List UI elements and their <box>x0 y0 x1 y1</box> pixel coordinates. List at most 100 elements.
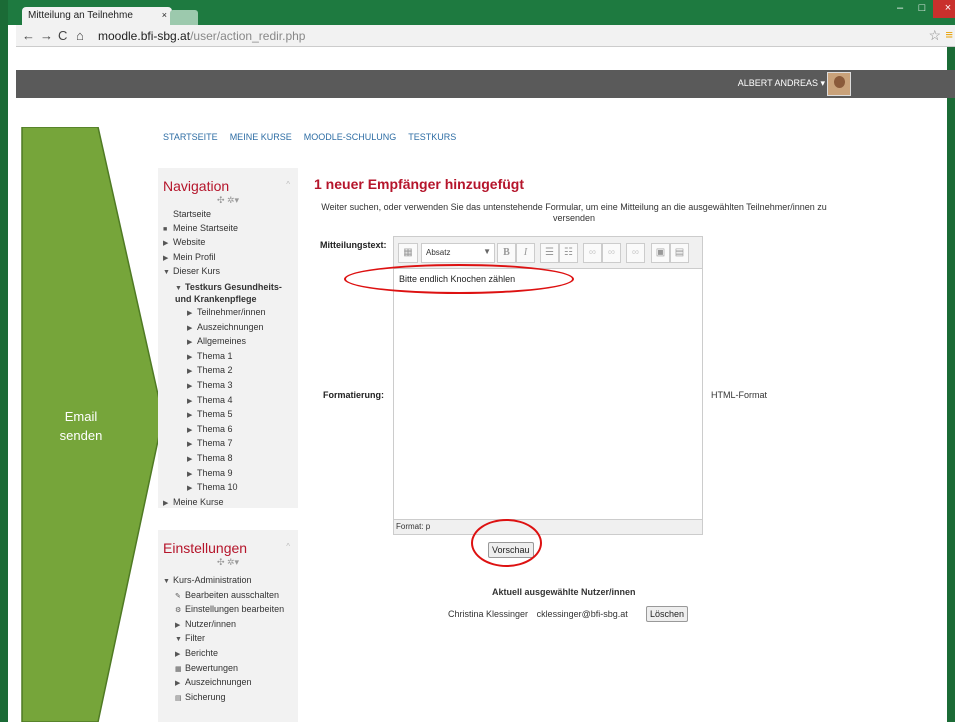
tree-item-label: Thema 8 <box>197 452 233 463</box>
message-editor[interactable]: ▦ Absatz ▼ B I ☰ ☷ ∞ ∞ ∞ ▣ ▤ Bitte endlic… <box>393 236 703 535</box>
browser-window: Mitteilung an Teilnehme × – □ × ← → C ⌂ … <box>0 0 955 722</box>
tree-marker-icon: ▶ <box>187 397 193 405</box>
tree-marker-icon: ▶ <box>187 412 193 420</box>
tree-item-label: Thema 4 <box>197 394 233 405</box>
tree-item[interactable]: ▶ Website <box>158 236 298 251</box>
tree-item[interactable]: ▶ Thema 6 <box>158 423 298 438</box>
nav-link-startseite[interactable]: STARTSEITE <box>163 132 218 142</box>
delete-user-button[interactable]: Löschen <box>646 606 689 622</box>
media-icon[interactable]: ▤ <box>670 243 689 263</box>
tree-item[interactable]: ▶ Meine Kurse <box>158 496 298 511</box>
new-tab-button[interactable] <box>170 10 198 25</box>
editor-content[interactable]: Bitte endlich Knochen zählen <box>394 269 702 289</box>
block-controls-icon[interactable]: ✣ ✲▾ <box>158 557 298 568</box>
tree-item-label: Thema 5 <box>197 409 233 420</box>
chevron-down-icon: ▼ <box>483 247 491 256</box>
tree-item[interactable]: ▶ Thema 3 <box>158 379 298 394</box>
tree-marker-icon: ▼ <box>175 636 182 644</box>
editor-statusbar: Format: p <box>394 519 702 534</box>
close-window-icon[interactable]: × <box>933 0 955 18</box>
minimize-icon[interactable]: – <box>889 0 911 18</box>
tree-item-label: Thema 3 <box>197 379 233 390</box>
bold-icon[interactable]: B <box>497 243 516 263</box>
home-icon[interactable]: ⌂ <box>76 28 84 43</box>
nav-link-moodle-schulung[interactable]: MOODLE-SCHULUNG <box>304 132 397 142</box>
tree-item[interactable]: ▶ Thema 7 <box>158 437 298 452</box>
tree-marker-icon: ▶ <box>187 309 193 317</box>
browser-tab[interactable]: Mitteilung an Teilnehme × <box>22 7 172 26</box>
selected-users-title: Aktuell ausgewählte Nutzer/innen <box>492 587 636 597</box>
italic-icon[interactable]: I <box>516 243 535 263</box>
tree-item[interactable]: ▤ Sicherung <box>158 691 298 706</box>
tree-item[interactable]: ⚙ Einstellungen bearbeiten <box>158 603 298 618</box>
tab-title: Mitteilung an Teilnehme <box>28 10 133 21</box>
tree-item-label: Bearbeiten ausschalten <box>185 589 280 600</box>
tree-marker-icon: ▼ <box>175 284 182 292</box>
tree-item[interactable]: ▶ Thema 4 <box>158 394 298 409</box>
tree-item[interactable]: Startseite <box>158 208 298 222</box>
tree-item[interactable]: ✎ Bearbeiten ausschalten <box>158 589 298 604</box>
tree-item[interactable]: ▶ Thema 10 <box>158 481 298 496</box>
tree-marker-icon: ▶ <box>187 485 193 493</box>
preview-button[interactable]: Vorschau <box>488 542 534 558</box>
tree-item[interactable]: ▼ Kurs-Administration <box>158 574 298 589</box>
tree-item-label: Berichte <box>185 647 219 658</box>
browser-menu-icon[interactable]: ≡ <box>945 27 953 42</box>
bookmark-star-icon[interactable]: ☆ <box>928 27 941 44</box>
tree-item[interactable]: ▶ Allgemeines <box>158 335 298 350</box>
tree-item[interactable]: ▶ Thema 9 <box>158 467 298 482</box>
bullet-list-icon[interactable]: ☰ <box>540 243 559 263</box>
numbered-list-icon[interactable]: ☷ <box>559 243 578 263</box>
nav-link-testkurs[interactable]: TESTKURS <box>408 132 456 142</box>
forward-icon[interactable]: → <box>40 28 53 43</box>
tree-item[interactable]: ▦ Bewertungen <box>158 662 298 677</box>
image-icon[interactable]: ▣ <box>651 243 670 263</box>
tree-item-label: Thema 1 <box>197 350 233 361</box>
tree-item[interactable]: ▼ Filter <box>158 632 298 647</box>
tree-item[interactable]: ▶ Thema 8 <box>158 452 298 467</box>
tree-item-label: Startseite <box>173 209 212 219</box>
tree-item[interactable]: ▶ Auszeichnungen <box>158 321 298 336</box>
tree-item[interactable]: ▶ Mein Profil <box>158 251 298 266</box>
url-field[interactable]: moodle.bfi-sbg.at/user/action_redir.php <box>98 29 305 43</box>
tree-marker-icon: ▶ <box>187 324 193 332</box>
tree-item-label: Meine Kurse <box>173 496 224 507</box>
back-icon[interactable]: ← <box>22 28 35 43</box>
settings-block-title: Einstellungen <box>163 540 248 556</box>
tree-item[interactable]: ▶ Nutzer/innen <box>158 618 298 633</box>
collapse-icon[interactable]: ^ <box>286 542 290 551</box>
tree-item-label: Auszeichnungen <box>185 677 252 688</box>
message-label: Mitteilungstext: <box>320 240 387 250</box>
link-icon[interactable]: ∞ <box>583 243 602 263</box>
nav-link-meine-kurse[interactable]: MEINE KURSE <box>230 132 292 142</box>
user-menu[interactable]: ALBERT ANDREAS ▾ <box>738 78 825 89</box>
tree-marker-icon: ▶ <box>187 339 193 347</box>
tree-item[interactable]: ▼ Dieser Kurs <box>158 265 298 280</box>
collapse-icon[interactable]: ^ <box>286 180 290 189</box>
maximize-icon[interactable]: □ <box>911 0 933 18</box>
tree-item[interactable]: ▼ Testkurs Gesundheits- und Krankenpflege <box>158 280 298 306</box>
tree-marker-icon: ▶ <box>187 368 193 376</box>
tree-item[interactable]: ▶ Berichte <box>158 647 298 662</box>
tree-item-label: Filter <box>185 633 205 644</box>
tree-item[interactable]: ▶ Thema 5 <box>158 408 298 423</box>
toolbar-toggle-icon[interactable]: ▦ <box>398 243 418 263</box>
navigation-block: Navigation ^ ✣ ✲▾ Startseite ■ Meine Start… <box>158 168 298 508</box>
format-label: Formatierung: <box>323 390 385 400</box>
unlink-icon[interactable]: ∞ <box>602 243 621 263</box>
address-bar: ← → C ⌂ moodle.bfi-sbg.at/user/action_re… <box>16 25 955 47</box>
tree-item[interactable]: ▶ Thema 1 <box>158 350 298 365</box>
tree-item-label: Thema 6 <box>197 423 233 434</box>
tab-close-icon[interactable]: × <box>162 10 167 20</box>
tree-item[interactable]: ▶ Teilnehmer/innen <box>158 306 298 321</box>
tree-marker-icon: ▶ <box>175 621 181 629</box>
paragraph-select[interactable]: Absatz ▼ <box>421 243 495 263</box>
avatar[interactable] <box>827 72 851 96</box>
anchor-icon[interactable]: ∞ <box>626 243 645 263</box>
tree-item-label: Sicherung <box>185 691 226 702</box>
tree-item[interactable]: ▶ Thema 2 <box>158 364 298 379</box>
block-controls-icon[interactable]: ✣ ✲▾ <box>158 195 298 206</box>
tree-item[interactable]: ■ Meine Startseite <box>158 222 298 237</box>
tree-item[interactable]: ▶ Auszeichnungen <box>158 676 298 691</box>
reload-icon[interactable]: C <box>58 28 67 43</box>
